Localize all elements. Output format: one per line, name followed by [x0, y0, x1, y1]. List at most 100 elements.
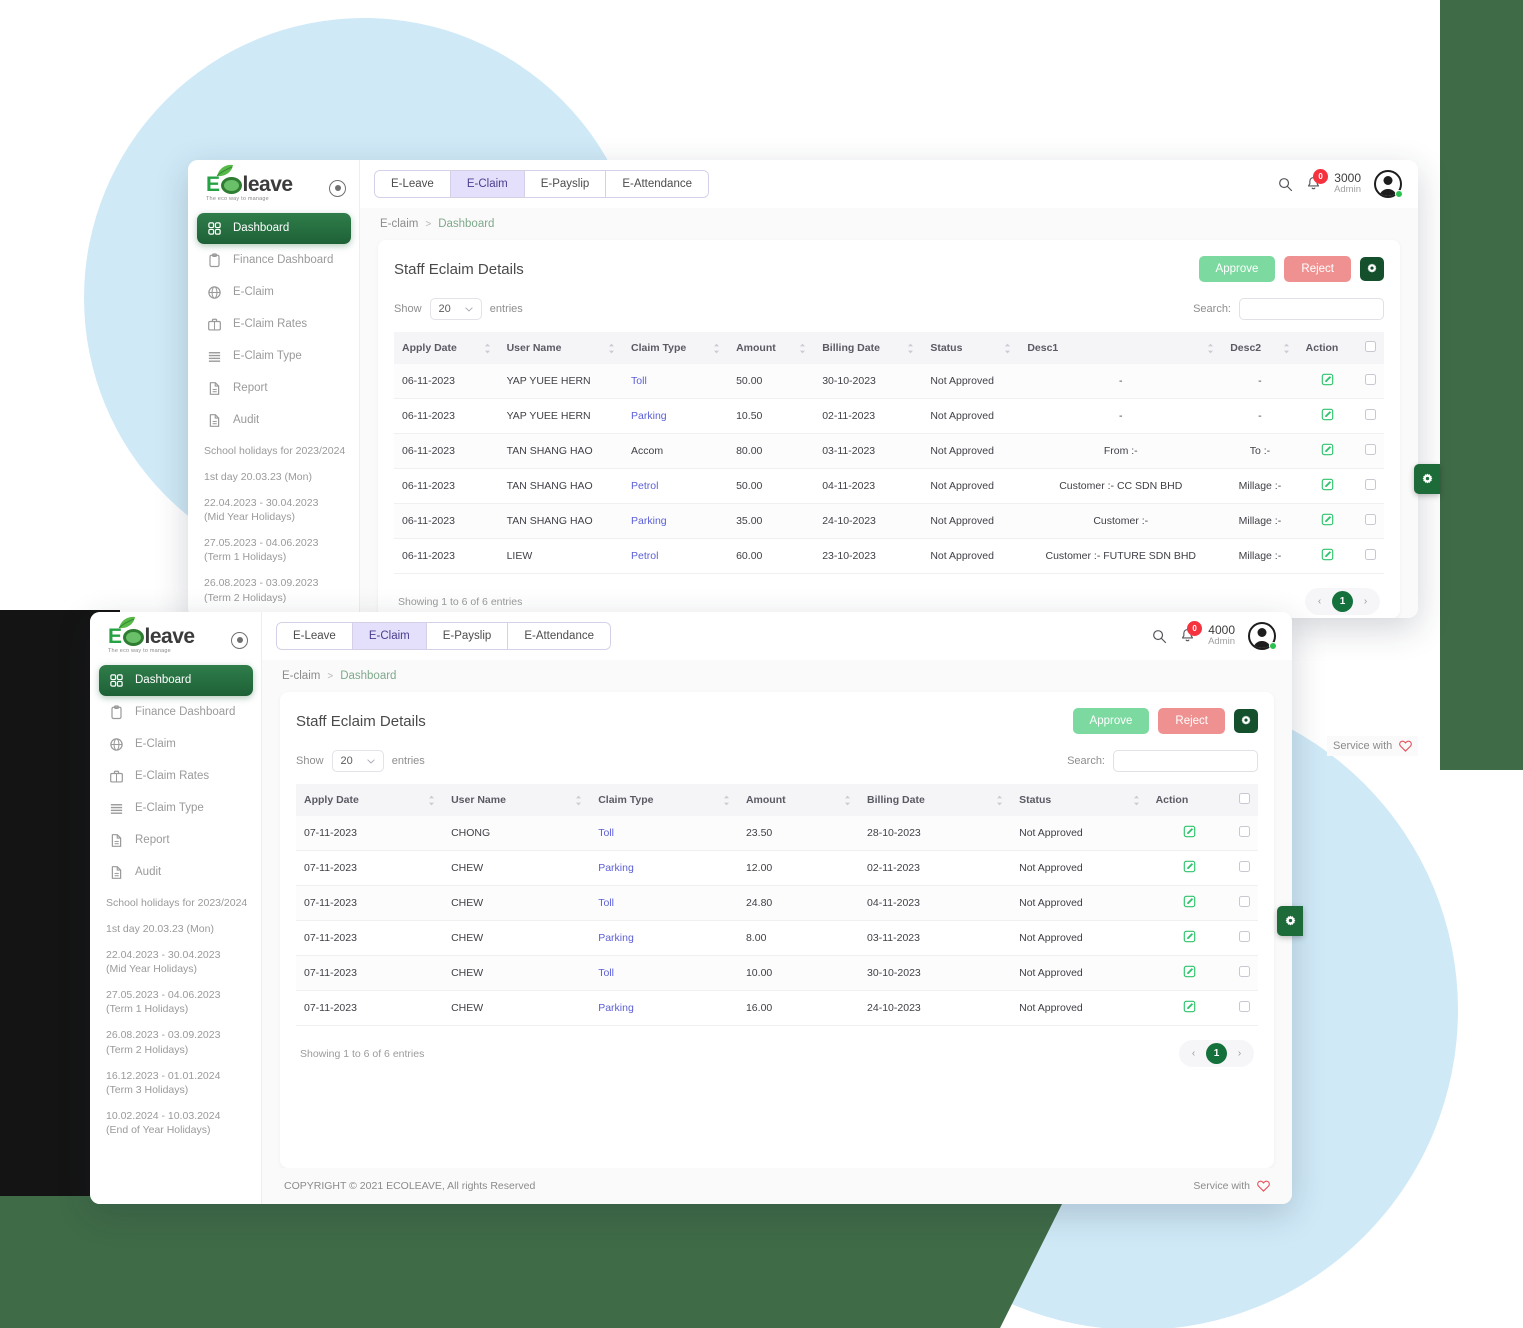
search-input[interactable]: [1239, 298, 1384, 320]
breadcrumb-root[interactable]: E-claim: [282, 670, 320, 682]
sort-icon[interactable]: [575, 795, 582, 806]
cell-action[interactable]: [1297, 398, 1357, 434]
row-checkbox[interactable]: [1365, 549, 1376, 560]
edit-icon[interactable]: [1183, 860, 1196, 873]
settings-gear-icon[interactable]: [1360, 257, 1384, 281]
select-all-checkbox[interactable]: [1365, 341, 1376, 352]
search-input[interactable]: [1113, 750, 1258, 772]
sidebar-item-audit[interactable]: Audit: [197, 405, 351, 436]
cell-claim-type[interactable]: Petrol: [623, 538, 729, 574]
row-checkbox[interactable]: [1239, 1001, 1250, 1012]
sidebar-item-e-claim[interactable]: E-Claim: [197, 277, 351, 308]
sort-icon[interactable]: [996, 795, 1003, 806]
cell-claim-type[interactable]: Parking: [590, 850, 738, 886]
avatar-shell-front[interactable]: [1248, 622, 1277, 650]
sort-icon[interactable]: [1133, 795, 1140, 806]
cell-claim-type[interactable]: Toll: [590, 885, 738, 921]
settings-gear-icon[interactable]: [1234, 709, 1258, 733]
row-checkbox[interactable]: [1365, 409, 1376, 420]
tab-e-attendance[interactable]: E-Attendance: [508, 623, 610, 649]
sidebar-item-finance-dashboard[interactable]: Finance Dashboard: [99, 697, 253, 728]
approve-button[interactable]: Approve: [1198, 256, 1276, 282]
select-all-checkbox[interactable]: [1239, 793, 1250, 804]
row-checkbox[interactable]: [1365, 444, 1376, 455]
column-header-user-name[interactable]: User Name: [443, 784, 591, 816]
column-header-claim-type[interactable]: Claim Type: [590, 784, 738, 816]
column-header-desc2[interactable]: Desc2: [1222, 332, 1298, 364]
sort-icon[interactable]: [723, 795, 730, 806]
column-header-apply-date[interactable]: Apply Date: [394, 332, 499, 364]
pagination-next[interactable]: ›: [1229, 1043, 1250, 1064]
sort-icon[interactable]: [1207, 343, 1214, 354]
column-header-action[interactable]: Action: [1147, 784, 1231, 816]
floating-settings-tab-back[interactable]: [1414, 464, 1440, 494]
sort-icon[interactable]: [608, 343, 615, 354]
sidebar-item-e-claim[interactable]: E-Claim: [99, 729, 253, 760]
column-header-billing-date[interactable]: Billing Date: [814, 332, 923, 364]
edit-icon[interactable]: [1183, 965, 1196, 978]
column-header-apply-date[interactable]: Apply Date: [296, 784, 444, 816]
sidebar-item-finance-dashboard[interactable]: Finance Dashboard: [197, 245, 351, 276]
edit-icon[interactable]: [1321, 373, 1334, 386]
reject-button[interactable]: Reject: [1158, 708, 1225, 734]
cell-action[interactable]: [1147, 816, 1231, 851]
pagination-page-1[interactable]: 1: [1206, 1043, 1227, 1064]
pagination-prev[interactable]: ‹: [1309, 591, 1330, 612]
column-header-billing-date[interactable]: Billing Date: [859, 784, 1012, 816]
sidebar-item-dashboard[interactable]: Dashboard: [197, 212, 351, 244]
floating-settings-tab-front[interactable]: [1277, 906, 1303, 936]
sidebar-collapse-icon[interactable]: [329, 179, 346, 197]
cell-action[interactable]: [1147, 955, 1231, 991]
row-checkbox[interactable]: [1365, 479, 1376, 490]
edit-icon[interactable]: [1321, 478, 1334, 491]
tab-e-leave[interactable]: E-Leave: [375, 171, 451, 197]
tab-e-payslip[interactable]: E-Payslip: [524, 171, 607, 197]
cell-claim-type[interactable]: Toll: [590, 816, 738, 851]
cell-claim-type[interactable]: Parking: [590, 920, 738, 956]
sidebar-item-e-claim-rates[interactable]: E-Claim Rates: [197, 309, 351, 340]
row-checkbox[interactable]: [1365, 374, 1376, 385]
tab-e-attendance[interactable]: E-Attendance: [606, 171, 708, 197]
sort-icon[interactable]: [907, 343, 914, 354]
row-checkbox[interactable]: [1239, 966, 1250, 977]
cell-claim-type[interactable]: Parking: [623, 503, 729, 539]
edit-icon[interactable]: [1183, 1000, 1196, 1013]
sort-icon[interactable]: [484, 343, 491, 354]
row-checkbox[interactable]: [1239, 861, 1250, 872]
sort-icon[interactable]: [1004, 343, 1011, 354]
search-icon[interactable]: [1278, 177, 1293, 192]
sort-icon[interactable]: [844, 795, 851, 806]
cell-action[interactable]: [1297, 364, 1357, 399]
column-header-desc1[interactable]: Desc1: [1019, 332, 1223, 364]
sidebar-item-report[interactable]: Report: [197, 373, 351, 404]
sidebar-item-audit[interactable]: Audit: [99, 857, 253, 888]
edit-icon[interactable]: [1321, 548, 1334, 561]
cell-claim-type[interactable]: Petrol: [623, 468, 729, 504]
sidebar-item-e-claim-type[interactable]: E-Claim Type: [99, 793, 253, 824]
sidebar-item-e-claim-type[interactable]: E-Claim Type: [197, 341, 351, 372]
notifications-bell-icon[interactable]: 0: [1306, 169, 1329, 192]
edit-icon[interactable]: [1321, 513, 1334, 526]
column-header-amount[interactable]: Amount: [737, 784, 860, 816]
page-size-select[interactable]: 20: [429, 298, 482, 320]
notifications-bell-icon[interactable]: 0: [1180, 621, 1203, 644]
page-size-select[interactable]: 20: [331, 750, 384, 772]
row-checkbox[interactable]: [1239, 931, 1250, 942]
cell-action[interactable]: [1147, 885, 1231, 921]
edit-icon[interactable]: [1321, 408, 1334, 421]
cell-claim-type[interactable]: Parking: [623, 398, 729, 434]
sort-icon[interactable]: [799, 343, 806, 354]
tab-e-claim[interactable]: E-Claim: [352, 623, 427, 649]
sort-icon[interactable]: [713, 343, 720, 354]
breadcrumb-root[interactable]: E-claim: [380, 218, 418, 230]
reject-button[interactable]: Reject: [1284, 256, 1351, 282]
tab-e-claim[interactable]: E-Claim: [450, 171, 525, 197]
tab-e-leave[interactable]: E-Leave: [277, 623, 353, 649]
cell-claim-type[interactable]: Toll: [623, 364, 729, 399]
sidebar-item-dashboard[interactable]: Dashboard: [99, 664, 253, 696]
column-header-claim-type[interactable]: Claim Type: [623, 332, 729, 364]
cell-action[interactable]: [1297, 503, 1357, 539]
cell-action[interactable]: [1297, 468, 1357, 504]
sidebar-collapse-icon[interactable]: [231, 631, 248, 649]
pagination-page-1[interactable]: 1: [1332, 591, 1353, 612]
